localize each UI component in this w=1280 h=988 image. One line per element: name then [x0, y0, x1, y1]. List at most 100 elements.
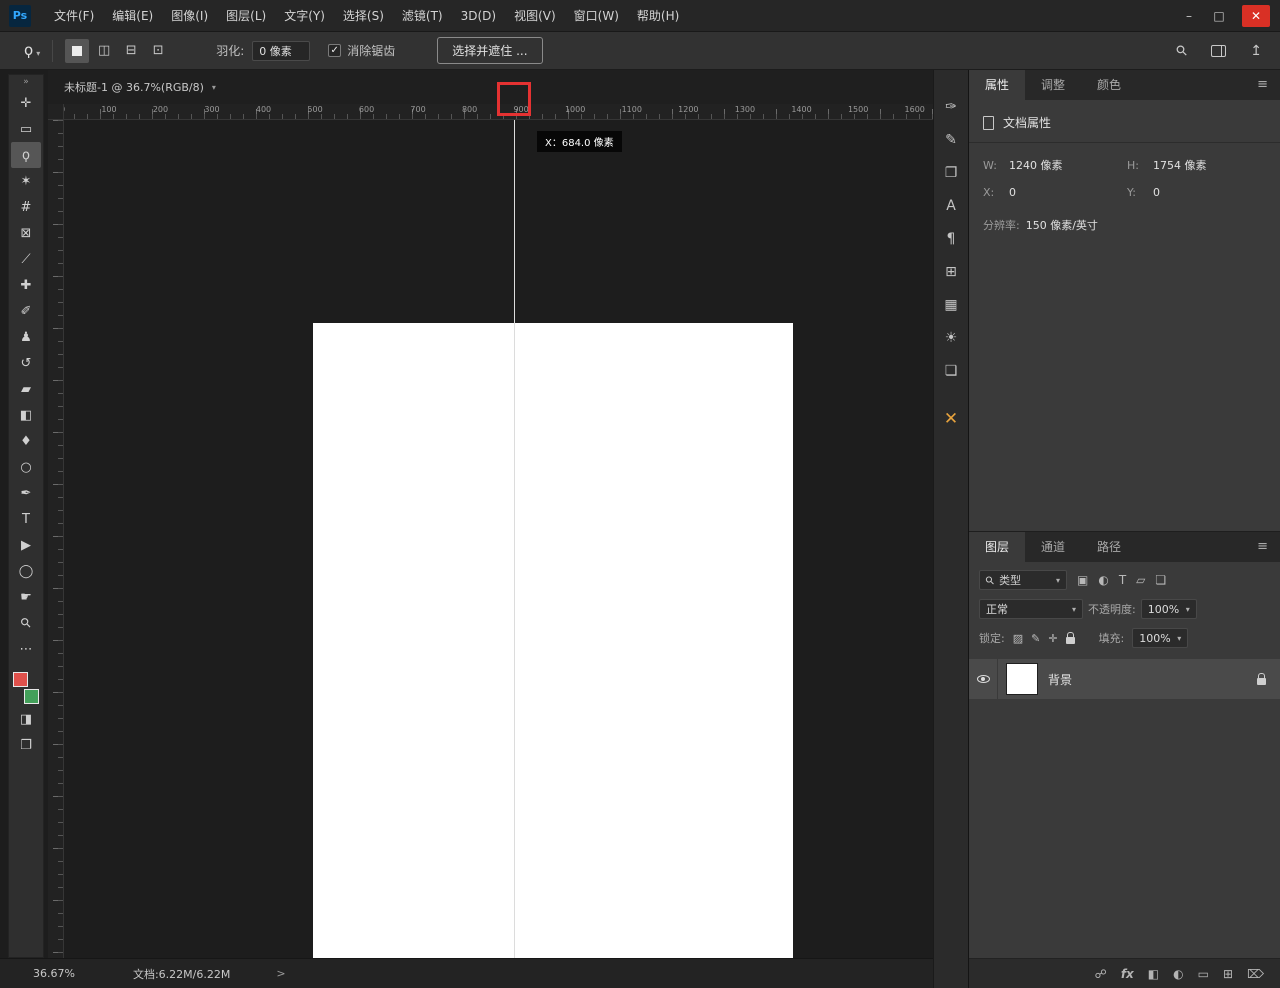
blur-tool[interactable]: ♦ — [11, 428, 41, 454]
magic-wand-tool[interactable]: ✶ — [11, 168, 41, 194]
canvas-viewport[interactable] — [64, 120, 933, 988]
adjustment-layer-icon[interactable]: ◐ — [1173, 967, 1183, 981]
lock-position-icon[interactable]: ✛ — [1048, 632, 1057, 645]
glyphs-panel-icon[interactable]: ⊞ — [945, 265, 957, 279]
eraser-tool[interactable]: ▰ — [11, 376, 41, 402]
width-value[interactable]: 1240 像素 — [1009, 157, 1127, 173]
filter-pixel-icon[interactable]: ▣ — [1077, 573, 1088, 587]
spot-healing-tool[interactable]: ✚ — [11, 272, 41, 298]
new-layer-icon[interactable]: ⊞ — [1223, 967, 1233, 981]
history-brush-tool[interactable]: ↺ — [11, 350, 41, 376]
panel-menu-icon[interactable]: ≡ — [1257, 532, 1280, 562]
menu-select[interactable]: 选择(S) — [334, 0, 393, 32]
vertical-ruler[interactable] — [48, 120, 64, 958]
menu-type[interactable]: 文字(Y) — [275, 0, 334, 32]
screen-mode-button[interactable]: ❐ — [11, 732, 41, 758]
feather-input[interactable] — [252, 40, 311, 61]
libraries-panel-icon[interactable]: ▦ — [944, 298, 957, 312]
menu-edit[interactable]: 编辑(E) — [103, 0, 162, 32]
brush-tool[interactable]: ✐ — [11, 298, 41, 324]
lock-all-icon[interactable] — [1065, 631, 1075, 644]
layer-row-background[interactable]: 背景 — [969, 659, 1280, 699]
add-mask-icon[interactable]: ◧ — [1148, 967, 1159, 981]
subtract-selection-button[interactable]: ⊟ — [119, 39, 143, 63]
y-value[interactable]: 0 — [1153, 186, 1266, 199]
new-selection-button[interactable] — [65, 38, 90, 63]
delete-layer-icon[interactable]: ⌦ — [1247, 967, 1264, 981]
tab-color[interactable]: 颜色 — [1081, 70, 1137, 100]
tab-paths[interactable]: 路径 — [1081, 532, 1137, 562]
vertical-guide-line[interactable] — [514, 120, 515, 988]
search-icon[interactable]: ⚲ — [1173, 41, 1192, 60]
menu-help[interactable]: 帮助(H) — [628, 0, 688, 32]
height-value[interactable]: 1754 像素 — [1153, 157, 1266, 173]
frame-tool[interactable]: ⊠ — [11, 220, 41, 246]
document-tab[interactable]: 未标题-1 @ 36.7%(RGB/8) — [64, 79, 204, 95]
visibility-cell[interactable] — [969, 675, 997, 683]
link-layers-icon[interactable]: ☍ — [1095, 967, 1107, 981]
panel-menu-icon[interactable]: ≡ — [1257, 70, 1280, 100]
type-tool[interactable]: T — [11, 506, 41, 532]
eyedropper-tool[interactable]: ⟋ — [11, 246, 41, 272]
filter-adjustment-icon[interactable]: ◐ — [1098, 573, 1108, 587]
highlight-x-icon[interactable]: ✕ — [944, 411, 958, 428]
new-group-icon[interactable]: ▭ — [1198, 967, 1209, 981]
lock-pixels-icon[interactable]: ✎ — [1031, 632, 1040, 645]
quick-mask-button[interactable]: ◨ — [11, 706, 41, 732]
snapshot-panel-icon[interactable]: ❏ — [945, 364, 958, 378]
intersect-selection-button[interactable]: ⊡ — [146, 39, 170, 63]
status-menu-chevron[interactable]: > — [276, 967, 285, 980]
paragraph-panel-icon[interactable]: ¶ — [947, 232, 956, 246]
tab-adjustments[interactable]: 调整 — [1025, 70, 1081, 100]
menu-layer[interactable]: 图层(L) — [217, 0, 275, 32]
menu-filter[interactable]: 滤镜(T) — [393, 0, 452, 32]
filter-type-icon[interactable]: T — [1119, 573, 1126, 587]
tab-layers[interactable]: 图层 — [969, 532, 1026, 562]
brush-settings-icon[interactable]: ✎ — [945, 133, 957, 147]
clone-source-icon[interactable]: ❐ — [945, 166, 958, 180]
x-value[interactable]: 0 — [1009, 186, 1127, 199]
minimize-button[interactable]: – — [1174, 0, 1204, 32]
tab-channels[interactable]: 通道 — [1025, 532, 1081, 562]
move-tool[interactable]: ✛ — [11, 90, 41, 116]
fill-dropdown[interactable]: 100% ▾ — [1132, 628, 1189, 648]
learn-panel-icon[interactable]: ☀ — [945, 331, 958, 345]
document-canvas[interactable] — [313, 323, 793, 988]
resolution-value[interactable]: 150 像素/英寸 — [1026, 217, 1098, 233]
select-and-mask-button[interactable]: 选择并遮住 ... — [437, 37, 543, 64]
tab-properties[interactable]: 属性 — [969, 70, 1026, 100]
menu-image[interactable]: 图像(I) — [162, 0, 217, 32]
layer-style-icon[interactable]: fx — [1121, 967, 1134, 981]
crop-tool[interactable]: # — [11, 194, 41, 220]
blend-mode-dropdown[interactable]: 正常 ▾ — [979, 599, 1083, 619]
filter-smart-object-icon[interactable]: ❏ — [1155, 573, 1166, 587]
menu-3d[interactable]: 3D(D) — [452, 0, 505, 32]
character-panel-icon[interactable]: A — [946, 199, 956, 213]
path-selection-tool[interactable]: ▶ — [11, 532, 41, 558]
menu-file[interactable]: 文件(F) — [45, 0, 103, 32]
zoom-level-field[interactable]: 36.67% — [33, 967, 75, 980]
clone-stamp-tool[interactable]: ♟ — [11, 324, 41, 350]
background-color-swatch[interactable] — [24, 689, 39, 704]
shape-tool[interactable]: ◯ — [11, 558, 41, 584]
layer-thumbnail[interactable] — [1006, 663, 1038, 695]
maximize-button[interactable]: □ — [1204, 0, 1234, 32]
pen-tool[interactable]: ✒ — [11, 480, 41, 506]
menu-window[interactable]: 窗口(W) — [565, 0, 628, 32]
gradient-tool[interactable]: ◧ — [11, 402, 41, 428]
opacity-dropdown[interactable]: 100% ▾ — [1140, 599, 1197, 619]
foreground-color-swatch[interactable] — [13, 672, 28, 687]
workspace-icon[interactable] — [1211, 44, 1227, 57]
marquee-tool[interactable]: ▭ — [11, 116, 41, 142]
tab-menu-caret-icon[interactable]: ▾ — [212, 83, 216, 92]
filter-type-dropdown[interactable]: ⚲ 类型 ▾ — [979, 570, 1067, 590]
brushes-icon[interactable]: ✑ — [945, 100, 957, 114]
tool-preset-picker[interactable]: ϙ ▾ — [24, 43, 40, 58]
antialias-checkbox[interactable]: ✓ — [328, 44, 342, 57]
collapse-chevron-icon[interactable]: » — [23, 77, 29, 87]
horizontal-ruler[interactable]: 0 100 200 300 400 500 600 700 800 900 10… — [48, 104, 933, 120]
share-icon[interactable]: ↥ — [1250, 44, 1262, 58]
dodge-tool[interactable]: ○ — [11, 454, 41, 480]
lock-transparency-icon[interactable]: ▨ — [1013, 632, 1023, 645]
add-selection-button[interactable]: ◫ — [92, 39, 116, 63]
